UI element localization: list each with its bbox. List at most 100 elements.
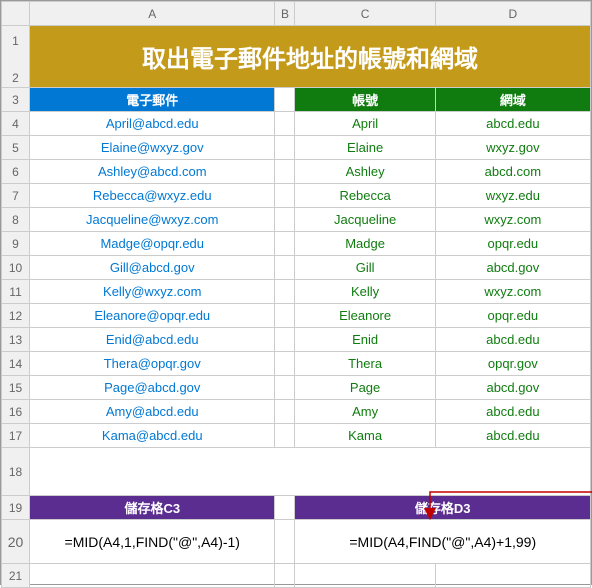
domain-cell[interactable]: wxyz.gov <box>435 136 590 160</box>
cell[interactable] <box>30 564 275 588</box>
header-domain[interactable]: 網域 <box>435 88 590 112</box>
email-cell[interactable]: Kelly@wxyz.com <box>30 280 275 304</box>
cell[interactable] <box>275 424 295 448</box>
account-cell[interactable]: Rebecca <box>295 184 435 208</box>
account-cell[interactable]: Gill <box>295 256 435 280</box>
cell[interactable] <box>275 208 295 232</box>
cell[interactable] <box>275 400 295 424</box>
row-header[interactable]: 12 <box>2 26 30 88</box>
row-header[interactable]: 19 <box>2 496 30 520</box>
domain-cell[interactable]: abcd.com <box>435 160 590 184</box>
row-header[interactable]: 11 <box>2 280 30 304</box>
account-cell[interactable]: Ashley <box>295 160 435 184</box>
page-title[interactable]: 取出電子郵件地址的帳號和網域 <box>30 26 591 88</box>
domain-cell[interactable]: abcd.gov <box>435 256 590 280</box>
email-cell[interactable]: Elaine@wxyz.gov <box>30 136 275 160</box>
row-header[interactable]: 10 <box>2 256 30 280</box>
cell[interactable] <box>275 136 295 160</box>
domain-cell[interactable]: abcd.edu <box>435 112 590 136</box>
domain-cell[interactable]: wxyz.edu <box>435 184 590 208</box>
domain-cell[interactable]: wxyz.com <box>435 208 590 232</box>
email-cell[interactable]: Page@abcd.gov <box>30 376 275 400</box>
domain-cell[interactable]: abcd.edu <box>435 328 590 352</box>
col-header-c[interactable]: C <box>295 2 435 26</box>
cell[interactable] <box>275 160 295 184</box>
row-header[interactable]: 6 <box>2 160 30 184</box>
email-cell[interactable]: Ashley@abcd.com <box>30 160 275 184</box>
cell[interactable] <box>275 352 295 376</box>
header-email[interactable]: 電子郵件 <box>30 88 275 112</box>
row-header[interactable]: 20 <box>2 520 30 564</box>
account-cell[interactable]: Thera <box>295 352 435 376</box>
email-cell[interactable]: Madge@opqr.edu <box>30 232 275 256</box>
account-cell[interactable]: Jacqueline <box>295 208 435 232</box>
account-cell[interactable]: Eleanore <box>295 304 435 328</box>
formula-d[interactable]: =MID(A4,FIND("@",A4)+1,99) <box>295 520 591 564</box>
domain-cell[interactable]: abcd.edu <box>435 424 590 448</box>
cell[interactable] <box>435 564 590 588</box>
email-cell[interactable]: Thera@opqr.gov <box>30 352 275 376</box>
col-header-a[interactable]: A <box>30 2 275 26</box>
cell[interactable] <box>275 256 295 280</box>
domain-cell[interactable]: abcd.edu <box>435 400 590 424</box>
account-cell[interactable]: Madge <box>295 232 435 256</box>
row-header[interactable]: 13 <box>2 328 30 352</box>
domain-cell[interactable]: opqr.gov <box>435 352 590 376</box>
cell[interactable] <box>295 564 435 588</box>
row-header[interactable]: 4 <box>2 112 30 136</box>
email-cell[interactable]: Jacqueline@wxyz.com <box>30 208 275 232</box>
email-cell[interactable]: Kama@abcd.edu <box>30 424 275 448</box>
row-header[interactable]: 17 <box>2 424 30 448</box>
cell[interactable] <box>275 88 295 112</box>
header-account[interactable]: 帳號 <box>295 88 435 112</box>
email-cell[interactable]: Eleanore@opqr.edu <box>30 304 275 328</box>
table-row: 10Gill@abcd.gov Gillabcd.gov <box>2 256 591 280</box>
account-cell[interactable]: Kelly <box>295 280 435 304</box>
col-header-b[interactable]: B <box>275 2 295 26</box>
domain-cell[interactable]: abcd.gov <box>435 376 590 400</box>
row-header[interactable]: 14 <box>2 352 30 376</box>
cell[interactable] <box>275 280 295 304</box>
account-cell[interactable]: Enid <box>295 328 435 352</box>
corner-cell[interactable] <box>2 2 30 26</box>
row-header[interactable]: 21 <box>2 564 30 588</box>
row-header[interactable]: 9 <box>2 232 30 256</box>
row-header[interactable]: 15 <box>2 376 30 400</box>
email-cell[interactable]: Gill@abcd.gov <box>30 256 275 280</box>
domain-cell[interactable]: wxyz.com <box>435 280 590 304</box>
row-header[interactable]: 12 <box>2 304 30 328</box>
account-cell[interactable]: Amy <box>295 400 435 424</box>
account-cell[interactable]: Kama <box>295 424 435 448</box>
cell[interactable] <box>275 564 295 588</box>
row-header[interactable]: 16 <box>2 400 30 424</box>
row-header[interactable]: 8 <box>2 208 30 232</box>
email-cell[interactable]: Rebecca@wxyz.edu <box>30 184 275 208</box>
domain-cell[interactable]: opqr.edu <box>435 232 590 256</box>
arrow-area <box>30 448 591 496</box>
account-cell[interactable]: April <box>295 112 435 136</box>
cell[interactable] <box>275 376 295 400</box>
cell[interactable] <box>275 304 295 328</box>
table-row: 13Enid@abcd.edu Enidabcd.edu <box>2 328 591 352</box>
label-c3[interactable]: 儲存格C3 <box>30 496 275 520</box>
cell[interactable] <box>275 496 295 520</box>
row-header[interactable]: 7 <box>2 184 30 208</box>
formula-c[interactable]: =MID(A4,1,FIND("@",A4)-1) <box>30 520 275 564</box>
row-header[interactable]: 5 <box>2 136 30 160</box>
cell[interactable] <box>275 328 295 352</box>
label-d3[interactable]: 儲存格D3 <box>295 496 591 520</box>
cell[interactable] <box>275 184 295 208</box>
row-header[interactable]: 18 <box>2 448 30 496</box>
email-cell[interactable]: April@abcd.edu <box>30 112 275 136</box>
email-cell[interactable]: Amy@abcd.edu <box>30 400 275 424</box>
email-cell[interactable]: Enid@abcd.edu <box>30 328 275 352</box>
row-header[interactable]: 3 <box>2 88 30 112</box>
col-header-d[interactable]: D <box>435 2 590 26</box>
domain-cell[interactable]: opqr.edu <box>435 304 590 328</box>
table-row: 16Amy@abcd.edu Amyabcd.edu <box>2 400 591 424</box>
cell[interactable] <box>275 232 295 256</box>
cell[interactable] <box>275 112 295 136</box>
account-cell[interactable]: Page <box>295 376 435 400</box>
cell[interactable] <box>275 520 295 564</box>
account-cell[interactable]: Elaine <box>295 136 435 160</box>
